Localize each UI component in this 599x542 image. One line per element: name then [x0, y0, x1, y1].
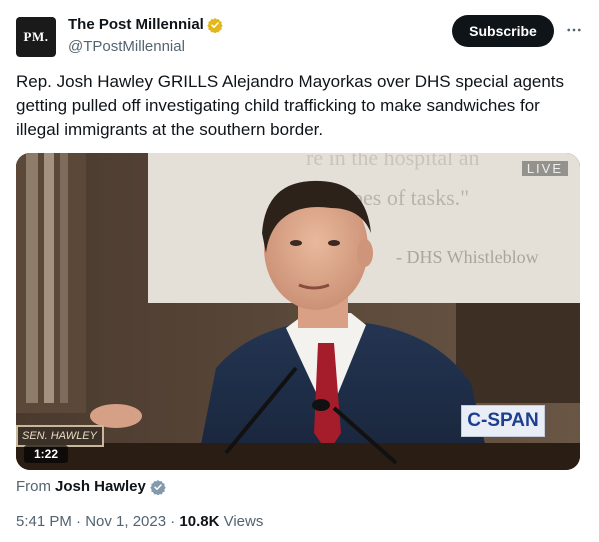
video-player[interactable]: re in the hospital an ypes of tasks." - …	[16, 153, 580, 470]
video-source: From Josh Hawley	[16, 478, 166, 495]
screen-text-3: - DHS Whistleblow	[396, 247, 539, 267]
timestamp[interactable]: 5:41 PM · Nov 1, 2023 ·	[16, 513, 179, 530]
avatar[interactable]: PM.	[16, 17, 56, 57]
user-handle[interactable]: @TPostMillennial	[68, 38, 185, 55]
network-logo: C-SPAN	[461, 405, 545, 437]
name-row: The Post Millennial	[68, 16, 223, 33]
more-icon[interactable]	[562, 18, 586, 42]
display-name[interactable]: The Post Millennial	[68, 16, 204, 33]
tweet-meta: 5:41 PM · Nov 1, 2023 · 10.8K Views	[16, 513, 263, 530]
screen-text-1: re in the hospital an	[306, 153, 480, 170]
subscribe-button[interactable]: Subscribe	[452, 15, 554, 47]
gray-verified-icon	[150, 479, 166, 495]
video-duration: 1:22	[24, 445, 69, 463]
views-count: 10.8K	[179, 513, 220, 530]
verified-badge-icon	[207, 17, 223, 33]
source-name[interactable]: Josh Hawley	[55, 478, 146, 495]
more-horizontal-icon	[567, 28, 581, 32]
nameplate: SEN. HAWLEY	[16, 425, 104, 447]
tweet-text: Rep. Josh Hawley GRILLS Alejandro Mayork…	[16, 72, 565, 139]
tweet-header: PM. The Post Millennial @TPostMillennial…	[16, 14, 583, 60]
from-label: From	[16, 478, 51, 495]
views-label: Views	[219, 513, 264, 530]
live-badge: LIVE	[521, 161, 568, 176]
